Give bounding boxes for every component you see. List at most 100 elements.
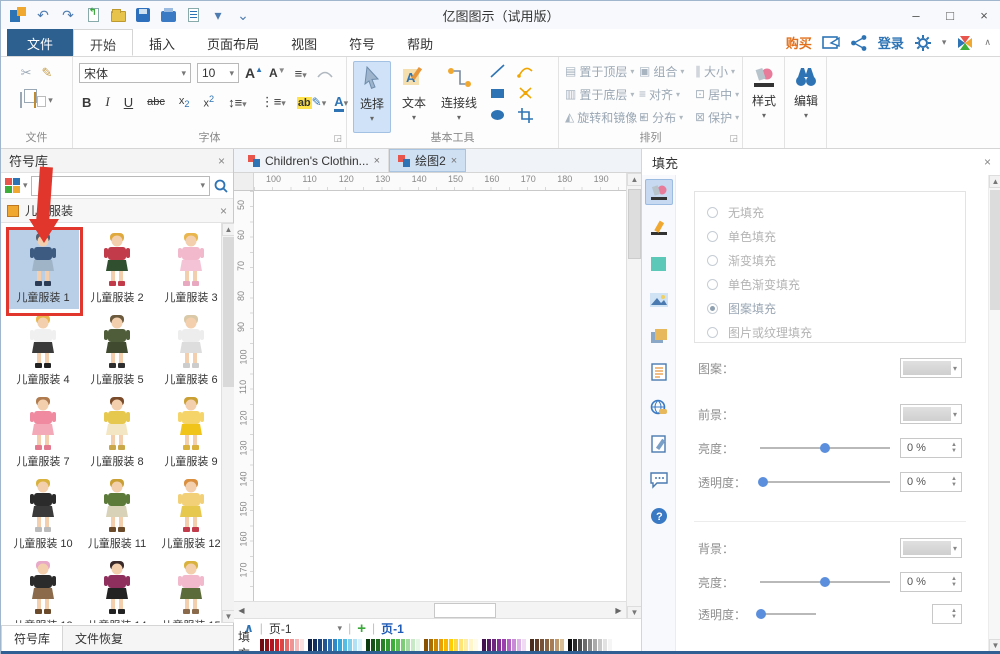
background-swatch-dropdown[interactable]: ▾ bbox=[900, 538, 962, 558]
arrange-item[interactable]: ▥置于底层▾ bbox=[565, 85, 639, 103]
close-button[interactable]: × bbox=[967, 2, 1000, 28]
active-page-tab[interactable]: 页-1 bbox=[381, 620, 404, 637]
maximize-button[interactable]: □ bbox=[933, 2, 967, 28]
copy-icon[interactable] bbox=[20, 93, 22, 107]
collapse-ribbon-icon[interactable]: ∧ bbox=[984, 37, 991, 48]
fill-color-swatch[interactable] bbox=[270, 639, 274, 652]
select-tool-button[interactable]: 选择▾ bbox=[353, 61, 391, 133]
export-dropdown-icon[interactable]: ▾ bbox=[209, 6, 227, 24]
fill-color-swatch[interactable] bbox=[343, 639, 347, 652]
fill-color-swatch[interactable] bbox=[411, 639, 415, 652]
fill-color-swatch[interactable] bbox=[323, 639, 327, 652]
fill-color-swatch[interactable] bbox=[608, 639, 612, 652]
undo-icon[interactable]: ↶ bbox=[34, 6, 52, 24]
fill-color-swatch[interactable] bbox=[328, 639, 332, 652]
hyperlink-icon[interactable] bbox=[645, 395, 673, 421]
symbol-item[interactable]: 儿童服装 11 bbox=[81, 473, 153, 555]
symbol-item[interactable]: 儿童服装 5 bbox=[81, 309, 153, 391]
symbol-item[interactable]: 儿童服装 14 bbox=[81, 555, 153, 623]
fill-color-swatch[interactable] bbox=[492, 639, 496, 652]
fill-color-swatch[interactable] bbox=[275, 639, 279, 652]
fill-color-swatch[interactable] bbox=[507, 639, 511, 652]
paste-dropdown-icon[interactable]: ▾ bbox=[48, 95, 53, 106]
menu-tab-符号[interactable]: 符号 bbox=[333, 29, 391, 56]
library-scroll-thumb[interactable] bbox=[223, 237, 234, 387]
edit-note-icon[interactable] bbox=[645, 431, 673, 457]
layers-icon[interactable] bbox=[645, 323, 673, 349]
decrease-font-icon[interactable]: A▼ bbox=[269, 66, 286, 80]
settings-gear-icon[interactable] bbox=[914, 34, 932, 52]
fill-color-swatch[interactable] bbox=[386, 639, 390, 652]
symbol-item[interactable]: 儿童服装 10 bbox=[7, 473, 79, 555]
radio-icon[interactable] bbox=[707, 231, 718, 242]
fill-option-单色渐变填充[interactable]: 单色渐变填充 bbox=[707, 272, 965, 296]
fg-brightness-slider[interactable] bbox=[760, 447, 890, 449]
ellipse-shape-icon[interactable] bbox=[489, 107, 507, 123]
symbol-item[interactable]: 儿童服装 7 bbox=[7, 391, 79, 473]
document-tab-close-icon[interactable]: × bbox=[374, 155, 380, 167]
fill-color-swatch[interactable] bbox=[487, 639, 491, 652]
symbol-item[interactable]: 儿童服装 13 bbox=[7, 555, 79, 623]
left-panel-tab-符号库[interactable]: 符号库 bbox=[1, 626, 63, 652]
menu-tab-file[interactable]: 文件 bbox=[7, 29, 73, 56]
new-document-icon[interactable] bbox=[84, 6, 102, 24]
library-section-close-icon[interactable]: × bbox=[220, 204, 227, 218]
fg-brightness-spinner[interactable]: 0 %▲▼ bbox=[900, 438, 962, 458]
fill-color-swatch[interactable] bbox=[517, 639, 521, 652]
symbol-item[interactable]: 儿童服装 6 bbox=[155, 309, 221, 391]
crop-icon[interactable] bbox=[517, 107, 535, 123]
menu-tab-插入[interactable]: 插入 bbox=[133, 29, 191, 56]
bg-brightness-slider[interactable] bbox=[760, 581, 890, 583]
vertical-scrollbar[interactable]: ▲ ▼ bbox=[626, 173, 641, 619]
fill-color-swatch[interactable] bbox=[459, 639, 463, 652]
bg-transparency-slider[interactable] bbox=[760, 613, 816, 615]
login-link[interactable]: 登录 bbox=[878, 33, 904, 52]
arrange-item[interactable]: ⊡居中▾ bbox=[695, 85, 739, 103]
fill-color-swatch[interactable] bbox=[401, 639, 405, 652]
fill-color-swatch[interactable] bbox=[280, 639, 284, 652]
comment-icon[interactable] bbox=[645, 467, 673, 493]
fill-color-swatch[interactable] bbox=[353, 639, 357, 652]
fill-color-swatch[interactable] bbox=[583, 639, 587, 652]
bg-transparency-spinner[interactable]: ▲▼ bbox=[932, 604, 962, 624]
fill-color-swatch[interactable] bbox=[318, 639, 322, 652]
symbol-item[interactable]: 儿童服装 3 bbox=[155, 227, 221, 309]
bg-brightness-spinner[interactable]: 0 %▲▼ bbox=[900, 572, 962, 592]
fill-color-swatch[interactable] bbox=[598, 639, 602, 652]
fill-color-swatch[interactable] bbox=[290, 639, 294, 652]
fill-color-swatch[interactable] bbox=[285, 639, 289, 652]
format-painter-icon[interactable]: ✎ bbox=[42, 65, 53, 81]
arc-text-icon[interactable] bbox=[316, 67, 334, 79]
fill-color-swatch[interactable] bbox=[550, 639, 554, 652]
buy-link[interactable]: 购买 bbox=[786, 33, 812, 52]
fill-color-swatch[interactable] bbox=[588, 639, 592, 652]
redo-icon[interactable]: ↷ bbox=[59, 6, 77, 24]
fill-color-swatch[interactable] bbox=[265, 639, 269, 652]
feedback-icon[interactable] bbox=[822, 34, 840, 52]
fill-color-swatch[interactable] bbox=[358, 639, 362, 652]
font-size-select[interactable]: 10▾ bbox=[197, 63, 239, 83]
library-scrollbar[interactable]: ▲ ▼ bbox=[221, 223, 234, 623]
italic-icon[interactable]: I bbox=[102, 93, 112, 111]
fill-color-swatch[interactable] bbox=[454, 639, 458, 652]
fill-option-图案填充[interactable]: 图案填充 bbox=[707, 296, 965, 320]
library-grid-icon[interactable] bbox=[5, 178, 20, 193]
arrange-item[interactable]: ⊞分布▾ bbox=[639, 108, 695, 126]
fill-option-无填充[interactable]: 无填充 bbox=[707, 200, 965, 224]
scroll-up-icon[interactable]: ▲ bbox=[627, 173, 642, 186]
arrange-item[interactable]: ⊠保护▾ bbox=[695, 108, 739, 126]
export-icon[interactable] bbox=[184, 6, 202, 24]
library-dropdown-icon[interactable]: ▾ bbox=[23, 180, 28, 191]
pattern-swatch-dropdown[interactable]: ▾ bbox=[900, 358, 962, 378]
fill-color-swatch[interactable] bbox=[416, 639, 420, 652]
fill-color-swatch[interactable] bbox=[391, 639, 395, 652]
share-icon[interactable] bbox=[850, 34, 868, 52]
fill-color-swatch[interactable] bbox=[429, 639, 433, 652]
fill-color-swatch[interactable] bbox=[555, 639, 559, 652]
align-icon[interactable]: ≡▾ bbox=[292, 65, 310, 82]
style-button[interactable]: 样式▾ bbox=[745, 61, 783, 133]
fill-color-swatch[interactable] bbox=[560, 639, 564, 652]
fill-color-swatch[interactable] bbox=[603, 639, 607, 652]
style-fill-icon[interactable] bbox=[645, 179, 673, 205]
fill-color-swatch[interactable] bbox=[497, 639, 501, 652]
